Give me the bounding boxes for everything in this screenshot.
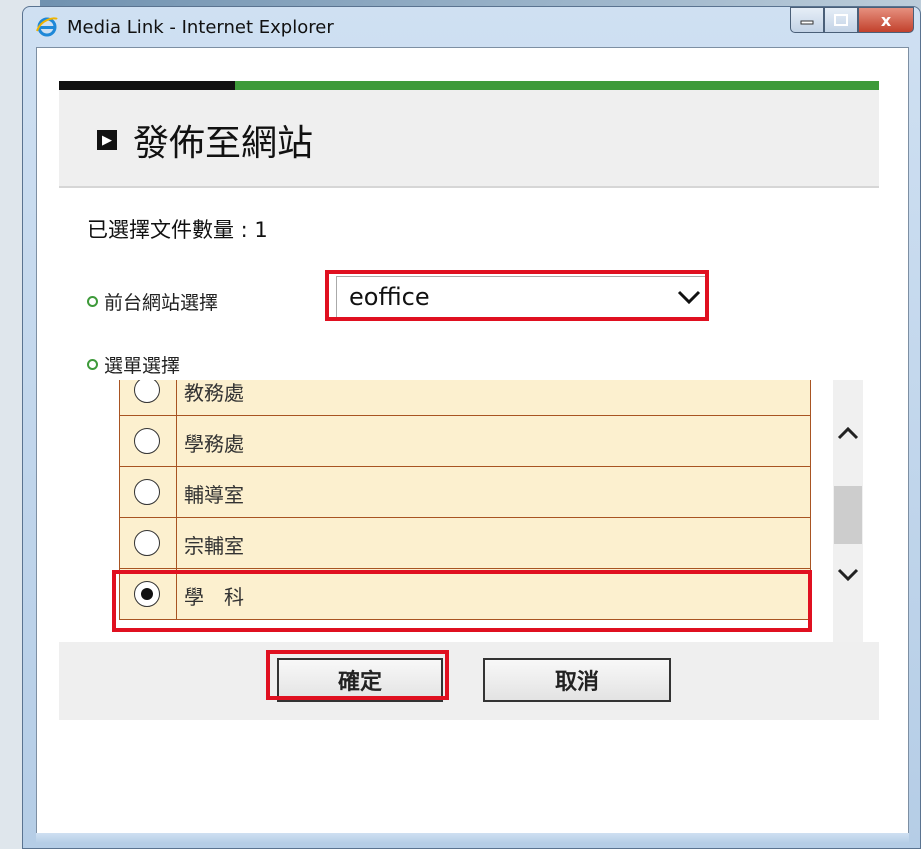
window-controls: x [790, 7, 914, 33]
list-item[interactable]: 教務處 [119, 380, 811, 416]
square-arrow-icon: ▶ [97, 130, 117, 150]
selected-count: 已選擇文件數量 : 1 [87, 218, 268, 242]
site-select-label-text: 前台網站選擇 [104, 292, 219, 314]
close-icon: x [880, 10, 892, 30]
list-item[interactable]: 學務處 [119, 415, 811, 467]
ie-window: Media Link - Internet Explorer x ▶ 發佈至網站… [22, 6, 921, 849]
accent-bar-dark [59, 81, 235, 90]
maximize-icon [834, 14, 848, 26]
dialog-footer [59, 642, 879, 720]
radio-button[interactable] [134, 479, 160, 505]
page-content: ▶ 發佈至網站 已選擇文件數量 : 1 前台網站選擇 eoffice 選單選擇 … [36, 47, 909, 837]
accent-bar [59, 81, 879, 90]
scroll-up-button[interactable] [833, 418, 863, 448]
title-bar[interactable]: Media Link - Internet Explorer x [23, 7, 920, 47]
close-button[interactable]: x [858, 7, 914, 33]
radio-button[interactable] [134, 428, 160, 454]
radio-button[interactable] [134, 380, 160, 403]
list-item-label: 宗輔室 [184, 534, 244, 558]
window-title: Media Link - Internet Explorer [67, 17, 334, 38]
cancel-button[interactable]: 取消 [483, 658, 671, 702]
highlight-confirm-button [266, 650, 449, 700]
list-item-label: 教務處 [184, 381, 244, 405]
accent-bar-green [235, 81, 879, 90]
window-bottom-frame [36, 833, 909, 843]
chevron-up-icon [837, 426, 859, 440]
radio-cell [120, 380, 177, 415]
maximize-button[interactable] [824, 7, 858, 33]
radio-button[interactable] [134, 530, 160, 556]
chevron-down-icon [837, 568, 859, 582]
ie-icon [36, 17, 58, 37]
dialog-header: ▶ 發佈至網站 [59, 90, 879, 188]
list-item[interactable]: 輔導室 [119, 466, 811, 518]
menu-select-label-text: 選單選擇 [104, 355, 181, 377]
list-item-label: 學務處 [184, 432, 244, 456]
scroll-down-button[interactable] [833, 560, 863, 590]
list-item-label: 輔導室 [184, 483, 244, 507]
cancel-button-label: 取消 [554, 670, 599, 695]
bullet-icon [87, 359, 98, 370]
highlight-site-select [325, 270, 709, 321]
radio-cell [120, 416, 177, 466]
scroll-thumb[interactable] [834, 486, 862, 544]
site-select-label: 前台網站選擇 [87, 288, 218, 315]
minimize-icon [800, 20, 814, 25]
radio-cell [120, 467, 177, 517]
minimize-button[interactable] [790, 7, 824, 33]
bullet-icon [87, 296, 98, 307]
page-title: 發佈至網站 [133, 123, 314, 164]
radio-cell [120, 518, 177, 568]
list-item[interactable]: 宗輔室 [119, 517, 811, 569]
highlight-selected-item [112, 570, 812, 632]
scrollbar[interactable] [833, 380, 863, 642]
menu-select-label: 選單選擇 [87, 351, 180, 378]
